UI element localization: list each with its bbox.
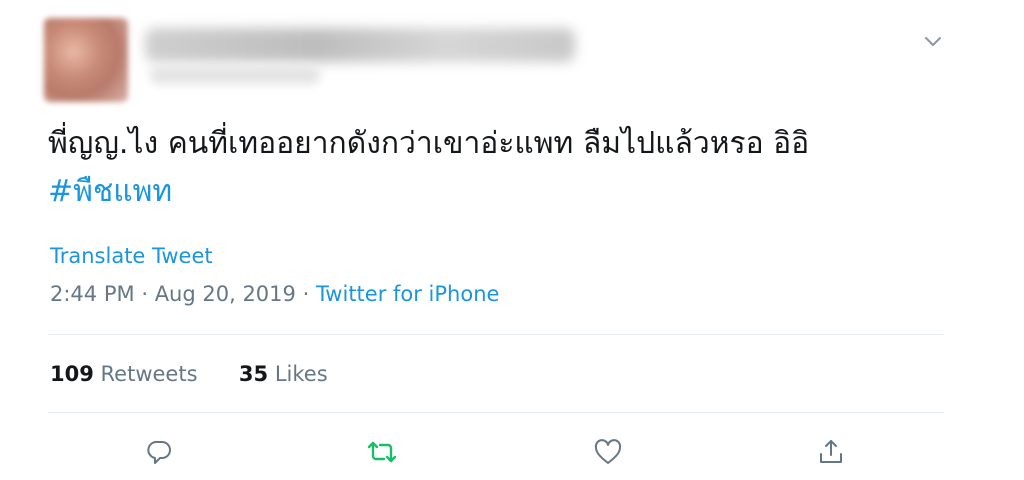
tweet-stats: 109 Retweets 35 Likes <box>50 362 328 386</box>
meta-separator: · <box>141 282 148 306</box>
translate-tweet-link[interactable]: Translate Tweet <box>50 244 213 268</box>
avatar[interactable] <box>44 18 128 102</box>
tweet-time[interactable]: 2:44 PM <box>50 282 135 306</box>
likes-label: Likes <box>274 362 328 386</box>
retweets-stat[interactable]: 109 Retweets <box>50 362 198 386</box>
tweet-body: พี่ญญ.ไง คนที่เทออยากดังกว่าเขาอ่ะแพท ลื… <box>48 126 810 161</box>
tweet-date[interactable]: Aug 20, 2019 <box>155 282 296 306</box>
chevron-down-icon[interactable] <box>920 28 946 54</box>
tweet-text: พี่ญญ.ไง คนที่เทออยากดังกว่าเขาอ่ะแพท ลื… <box>48 120 978 216</box>
hashtag-link[interactable]: #พืชแพท <box>48 174 172 209</box>
retweets-count: 109 <box>50 362 94 386</box>
divider <box>48 412 944 413</box>
heart-icon <box>594 439 622 464</box>
share-icon <box>820 440 842 463</box>
share-button[interactable] <box>811 432 851 472</box>
likes-count: 35 <box>238 362 269 386</box>
likes-stat[interactable]: 35 Likes <box>239 362 328 386</box>
retweet-button[interactable] <box>362 432 402 472</box>
display-name-redacted[interactable] <box>145 28 575 62</box>
username-redacted <box>150 66 320 84</box>
reply-icon <box>147 440 171 464</box>
meta-separator: · <box>302 282 310 306</box>
divider <box>48 334 944 335</box>
reply-button[interactable] <box>140 432 180 472</box>
tweet-meta: 2:44 PM · Aug 20, 2019 · Twitter for iPh… <box>50 282 499 306</box>
retweets-label: Retweets <box>100 362 198 386</box>
tweet-source-link[interactable]: Twitter for iPhone <box>316 282 500 306</box>
like-button[interactable] <box>588 432 628 472</box>
retweet-icon <box>367 441 397 463</box>
